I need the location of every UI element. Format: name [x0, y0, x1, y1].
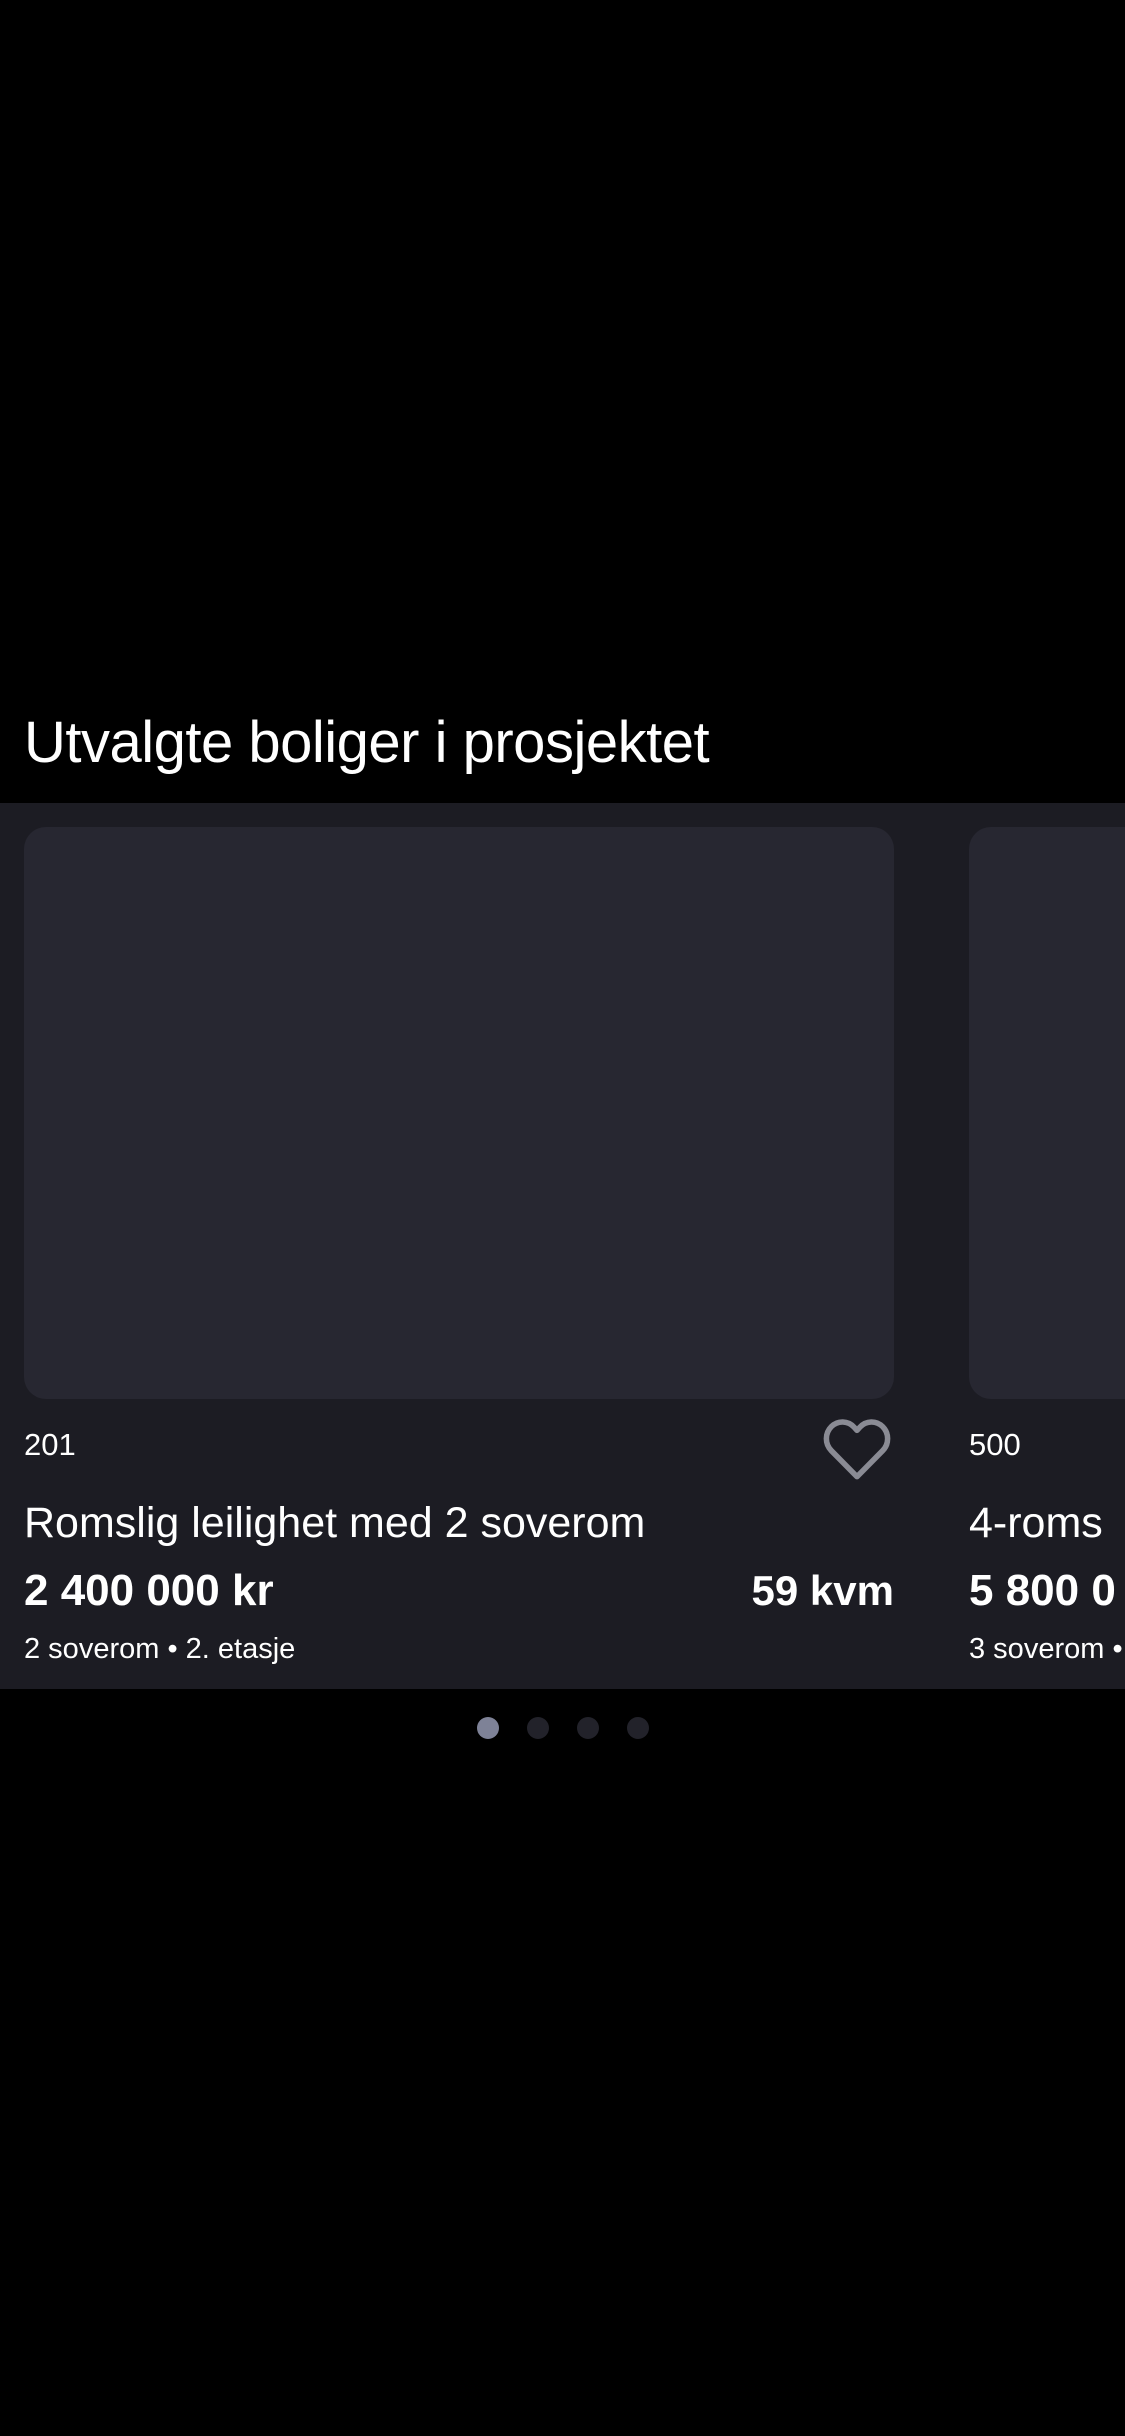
listing-price: 2 400 000 kr — [24, 1566, 274, 1615]
listing-image[interactable] — [969, 827, 1125, 1399]
listing-details: 3 soverom • — [969, 1633, 1123, 1665]
section-title: Utvalgte boliger i prosjektet — [24, 710, 710, 775]
page-dot[interactable] — [626, 1717, 649, 1739]
listing-title[interactable]: Romslig leilighet med 2 soverom — [24, 1493, 645, 1553]
page-dot[interactable] — [476, 1717, 499, 1739]
page-dot[interactable] — [576, 1717, 599, 1739]
listing-area: 59 kvm — [751, 1567, 894, 1614]
listing-card[interactable]: 201 Romslig leilighet med 2 soverom 2 40… — [24, 803, 894, 1689]
listing-title[interactable]: 4-roms — [969, 1493, 1103, 1553]
listing-carousel[interactable]: 201 Romslig leilighet med 2 soverom 2 40… — [0, 803, 1125, 1689]
listing-price: 5 800 0 — [969, 1566, 1116, 1615]
heart-outline-icon — [823, 1419, 891, 1480]
unit-number: 500 — [969, 1427, 1021, 1462]
listing-card[interactable]: 500 4-roms 5 800 0 3 soverom • — [969, 803, 1125, 1689]
favorite-button[interactable] — [820, 1415, 894, 1483]
page-dot[interactable] — [526, 1717, 549, 1739]
carousel-pagination — [0, 1717, 1125, 1739]
listing-details: 2 soverom • 2. etasje — [24, 1633, 296, 1665]
unit-number: 201 — [24, 1427, 76, 1462]
listing-image[interactable] — [24, 827, 894, 1399]
